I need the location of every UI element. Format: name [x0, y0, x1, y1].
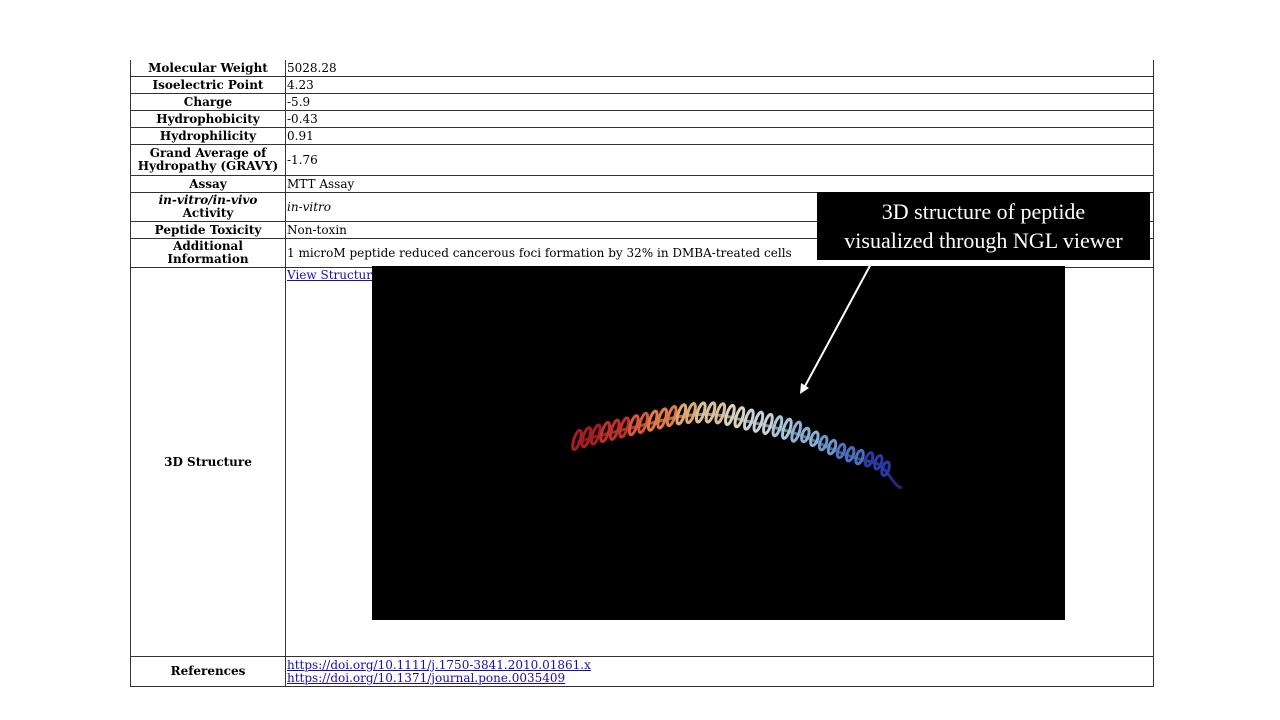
helix-turn [854, 448, 865, 466]
row-key-3d-structure: 3D Structure [130, 267, 286, 657]
helix-coils [571, 401, 891, 477]
row-value-molecular-weight: 5028.28 [285, 60, 1154, 77]
view-structure-link[interactable]: View Structure [287, 268, 379, 282]
reference-link[interactable]: https://doi.org/10.1371/journal.pone.003… [287, 671, 565, 685]
table-row: Charge -5.9 [130, 93, 1154, 111]
row-value-gravy: -1.76 [285, 144, 1154, 176]
row-value-isoelectric-point: 4.23 [285, 76, 1154, 94]
table-row: Hydrophobicity -0.43 [130, 110, 1154, 128]
table-row: Hydrophilicity 0.91 [130, 127, 1154, 145]
row-key-assay: Assay [130, 175, 286, 193]
table-row: Grand Average of Hydropathy (GRAVY) -1.7… [130, 144, 1154, 176]
row-value-hydrophobicity: -0.43 [285, 110, 1154, 128]
callout-line-2: visualized through NGL viewer [844, 228, 1123, 253]
helix-turn [800, 426, 811, 444]
row-value-hydrophilicity: 0.91 [285, 127, 1154, 145]
helix-turn [863, 451, 875, 468]
row-key-isoelectric-point: Isoelectric Point [130, 76, 286, 94]
table-row: Isoelectric Point 4.23 [130, 76, 1154, 94]
row-key-activity: in-vitro/in-vivo Activity [130, 192, 286, 222]
row-value-assay: MTT Assay [285, 175, 1154, 193]
helix-turn [844, 446, 856, 463]
table-row-references: References https://doi.org/10.1111/j.175… [130, 656, 1154, 687]
references-cell: https://doi.org/10.1111/j.1750-3841.2010… [285, 656, 1154, 687]
callout-line-1: 3D structure of peptide [881, 199, 1086, 224]
ngl-structure-viewer[interactable] [372, 266, 1065, 620]
row-key-molecular-weight: Molecular Weight [130, 60, 286, 77]
row-value-charge: -5.9 [285, 93, 1154, 111]
table-row: Assay MTT Assay [130, 175, 1154, 193]
row-key-charge: Charge [130, 93, 286, 111]
row-key-gravy: Grand Average of Hydropathy (GRAVY) [130, 144, 286, 176]
row-key-additional-information: Additional Information [130, 238, 286, 268]
reference-link[interactable]: https://doi.org/10.1111/j.1750-3841.2010… [287, 658, 591, 672]
row-key-activity-rest: Activity [182, 206, 234, 220]
table-row: Molecular Weight 5028.28 [130, 60, 1154, 77]
row-key-hydrophilicity: Hydrophilicity [130, 127, 286, 145]
helix-turn [835, 442, 847, 460]
peptide-helix-render [571, 401, 903, 490]
row-key-references: References [130, 656, 286, 687]
row-key-peptide-toxicity: Peptide Toxicity [130, 221, 286, 239]
helix-turn [826, 438, 838, 456]
row-key-activity-italic: in-vitro/in-vivo [158, 193, 258, 207]
helix-turn [817, 434, 829, 452]
annotation-callout: 3D structure of peptide visualized throu… [817, 192, 1150, 260]
row-key-hydrophobicity: Hydrophobicity [130, 110, 286, 128]
